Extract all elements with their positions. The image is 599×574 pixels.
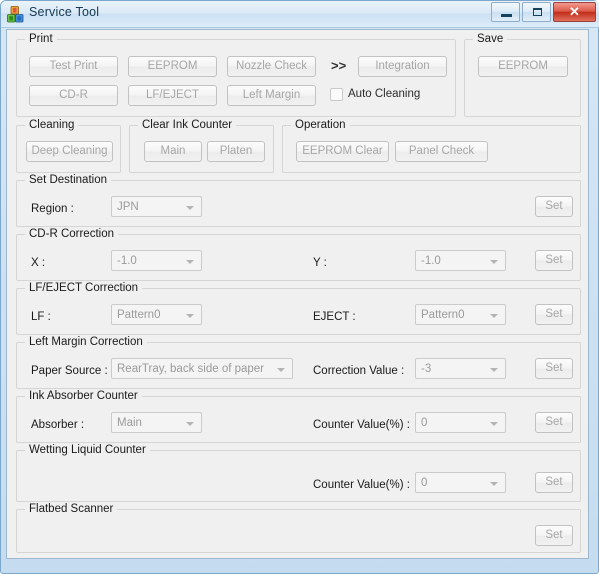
paper-source-select[interactable]: RearTray, back side of paper (111, 358, 293, 379)
chevron-down-icon (186, 260, 194, 264)
eeprom-print-button[interactable]: EEPROM (128, 56, 217, 77)
deep-cleaning-button[interactable]: Deep Cleaning (26, 141, 113, 162)
ink-counter-value-label: Counter Value(%) : (313, 419, 410, 431)
chevron-down-icon (186, 422, 194, 426)
chevron-down-icon (490, 368, 498, 372)
left-margin-correction-set-button[interactable]: Set (535, 358, 573, 379)
cleaning-group-legend: Cleaning (25, 119, 79, 131)
ink-counter-value: 0 (421, 417, 428, 429)
eeprom-clear-button[interactable]: EEPROM Clear (296, 141, 389, 162)
cdr-y-label: Y : (313, 257, 327, 269)
left-margin-correction-legend: Left Margin Correction (25, 336, 147, 348)
cdr-correction-legend: CD-R Correction (25, 228, 118, 240)
wetting-liquid-set-button[interactable]: Set (535, 472, 573, 493)
close-icon: ✕ (569, 4, 580, 19)
cdr-x-value: -1.0 (117, 255, 137, 267)
lf-label: LF : (31, 311, 51, 323)
chevron-down-icon (186, 206, 194, 210)
title-bar: Service Tool ✕ (1, 1, 599, 28)
wetting-liquid-counter-legend: Wetting Liquid Counter (25, 444, 150, 456)
paper-source-label: Paper Source : (31, 365, 108, 377)
lf-eject-print-button[interactable]: LF/EJECT (128, 85, 217, 106)
minimize-icon (501, 14, 512, 17)
eject-select[interactable]: Pattern0 (415, 304, 506, 325)
maximize-button[interactable] (522, 2, 551, 22)
print-group-legend: Print (25, 33, 57, 45)
region-select[interactable]: JPN (111, 196, 202, 217)
minimize-button[interactable] (491, 2, 520, 22)
cdr-x-select[interactable]: -1.0 (111, 250, 202, 271)
clear-ink-counter-legend: Clear Ink Counter (138, 119, 237, 131)
chevron-down-icon (186, 314, 194, 318)
correction-value-label: Correction Value : (313, 365, 405, 377)
cdr-print-button[interactable]: CD-R (29, 85, 118, 106)
paper-source-value: RearTray, back side of paper (117, 363, 265, 375)
clear-ink-platen-button[interactable]: Platen (207, 141, 265, 162)
cdr-correction-set-button[interactable]: Set (535, 250, 573, 271)
print-group: Print Test Print EEPROM Nozzle Check >> … (16, 33, 456, 117)
maximize-icon (533, 8, 542, 16)
client-area: Print Test Print EEPROM Nozzle Check >> … (6, 29, 589, 559)
save-group: Save EEPROM (464, 33, 581, 117)
flatbed-scanner-set-button[interactable]: Set (535, 525, 573, 546)
window-title: Service Tool (29, 5, 100, 19)
cdr-y-select[interactable]: -1.0 (415, 250, 506, 271)
eject-label: EJECT : (313, 311, 356, 323)
service-tool-window: Service Tool ✕ Print Test Print EEPROM N… (0, 0, 599, 574)
lf-value: Pattern0 (117, 309, 161, 321)
operation-group: Operation EEPROM Clear Panel Check (282, 119, 581, 173)
integration-button[interactable]: Integration (358, 56, 447, 77)
ink-absorber-counter-legend: Ink Absorber Counter (25, 390, 142, 402)
chevron-down-icon (277, 368, 285, 372)
left-margin-print-button[interactable]: Left Margin (227, 85, 316, 106)
lf-eject-correction-group: LF/EJECT Correction LF : Pattern0 EJECT … (16, 282, 581, 335)
set-destination-set-button[interactable]: Set (535, 196, 573, 217)
absorber-label: Absorber : (31, 419, 85, 431)
wetting-counter-value-select[interactable]: 0 (415, 472, 506, 493)
clear-ink-counter-group: Clear Ink Counter Main Platen (129, 119, 274, 173)
ink-absorber-set-button[interactable]: Set (535, 412, 573, 433)
service-tool-icon (7, 6, 24, 23)
auto-cleaning-label: Auto Cleaning (348, 88, 421, 100)
auto-cleaning-box[interactable] (330, 88, 343, 101)
wetting-counter-value: 0 (421, 477, 428, 489)
chevron-down-icon (490, 482, 498, 486)
flatbed-scanner-group: Flatbed Scanner Set (16, 503, 581, 553)
operation-group-legend: Operation (291, 119, 350, 131)
region-label: Region : (31, 203, 74, 215)
chevron-down-icon (490, 260, 498, 264)
set-destination-legend: Set Destination (25, 174, 111, 186)
wetting-counter-value-label: Counter Value(%) : (313, 479, 410, 491)
cleaning-group: Cleaning Deep Cleaning (16, 119, 121, 173)
clear-ink-main-button[interactable]: Main (144, 141, 202, 162)
save-eeprom-button[interactable]: EEPROM (478, 56, 568, 77)
flatbed-scanner-legend: Flatbed Scanner (25, 503, 118, 515)
panel-check-button[interactable]: Panel Check (395, 141, 488, 162)
close-button[interactable]: ✕ (553, 2, 596, 22)
lf-eject-correction-legend: LF/EJECT Correction (25, 282, 143, 294)
lf-select[interactable]: Pattern0 (111, 304, 202, 325)
save-group-legend: Save (473, 33, 508, 45)
absorber-value: Main (117, 417, 142, 429)
nozzle-check-button[interactable]: Nozzle Check (227, 56, 316, 77)
ink-counter-value-select[interactable]: 0 (415, 412, 506, 433)
correction-value: -3 (421, 363, 432, 375)
cdr-y-value: -1.0 (421, 255, 441, 267)
cdr-x-label: X : (31, 257, 46, 269)
correction-value-select[interactable]: -3 (415, 358, 506, 379)
eject-value: Pattern0 (421, 309, 465, 321)
print-arrow-label: >> (331, 58, 347, 73)
ink-absorber-counter-group: Ink Absorber Counter Absorber : Main Cou… (16, 390, 581, 443)
cdr-correction-group: CD-R Correction X : -1.0 Y : -1.0 Set (16, 228, 581, 281)
chevron-down-icon (490, 422, 498, 426)
lf-eject-correction-set-button[interactable]: Set (535, 304, 573, 325)
absorber-select[interactable]: Main (111, 412, 202, 433)
left-margin-correction-group: Left Margin Correction Paper Source : Re… (16, 336, 581, 389)
region-value: JPN (117, 201, 139, 213)
test-print-button[interactable]: Test Print (29, 56, 118, 77)
set-destination-group: Set Destination Region : JPN Set (16, 174, 581, 227)
chevron-down-icon (490, 314, 498, 318)
wetting-liquid-counter-group: Wetting Liquid Counter Counter Value(%) … (16, 444, 581, 502)
